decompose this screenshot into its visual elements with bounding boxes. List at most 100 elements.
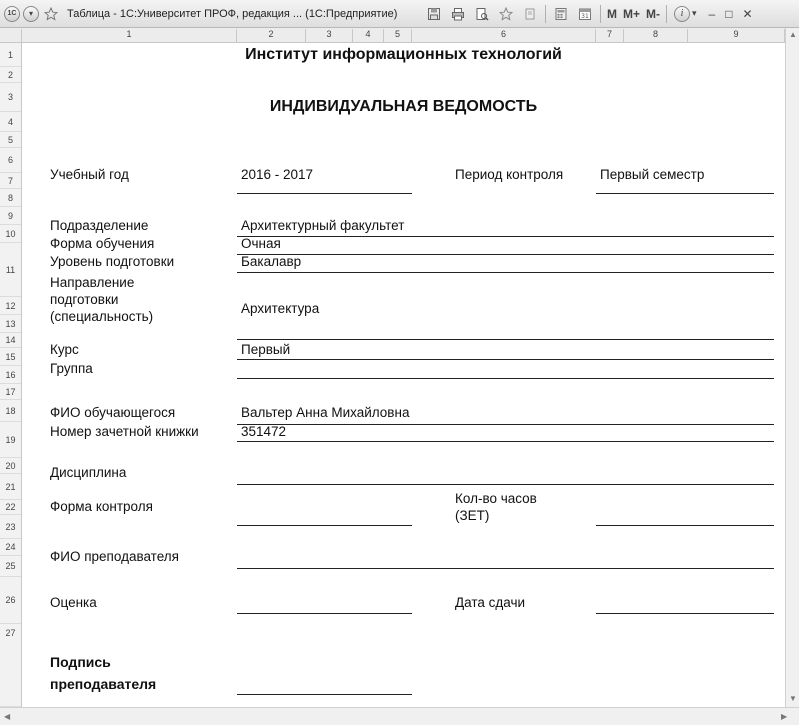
signature-underline bbox=[237, 694, 412, 695]
info-dropdown-icon[interactable]: ▾ bbox=[692, 4, 697, 24]
maximize-button[interactable]: □ bbox=[725, 4, 732, 24]
spreadsheet-document[interactable]: Институт информационных технологий ИНДИВ… bbox=[22, 43, 785, 707]
horizontal-scrollbar[interactable]: ◀ ▶ bbox=[0, 707, 799, 725]
row-header-16[interactable]: 16 bbox=[0, 366, 21, 384]
row-header-8[interactable]: 8 bbox=[0, 189, 21, 207]
department-value: Архитектурный факультет bbox=[241, 218, 405, 233]
row-header-18[interactable]: 18 bbox=[0, 400, 21, 422]
level-label: Уровень подготовки bbox=[50, 254, 175, 269]
row-header-4[interactable]: 4 bbox=[0, 112, 21, 132]
star-icon[interactable] bbox=[43, 6, 59, 22]
menu-dropdown-icon[interactable]: ▾ bbox=[23, 4, 39, 24]
row-header-15[interactable]: 15 bbox=[0, 348, 21, 366]
student-name-underline bbox=[237, 424, 774, 425]
column-header-1[interactable]: 1 bbox=[22, 29, 237, 42]
svg-text:31: 31 bbox=[581, 13, 589, 20]
memory-minus-button[interactable]: M- bbox=[646, 7, 660, 21]
column-header-2[interactable]: 2 bbox=[237, 29, 306, 42]
discipline-label: Дисциплина bbox=[50, 465, 127, 480]
grade-underline bbox=[237, 613, 412, 614]
calendar-icon[interactable]: 31 bbox=[577, 6, 593, 22]
column-header-9[interactable]: 9 bbox=[688, 29, 785, 42]
row-header-24[interactable]: 24 bbox=[0, 539, 21, 556]
teacher-name-underline bbox=[237, 568, 774, 569]
direction-label-line-1: Направление bbox=[50, 275, 135, 290]
row-header-10[interactable]: 10 bbox=[0, 225, 21, 243]
study-form-label: Форма обучения bbox=[50, 236, 155, 251]
submission-date-label: Дата сдачи bbox=[455, 595, 526, 610]
column-header-8[interactable]: 8 bbox=[624, 29, 688, 42]
close-button[interactable]: ✕ bbox=[742, 4, 752, 24]
row-header-12[interactable]: 12 bbox=[0, 297, 21, 315]
direction-value: Архитектура bbox=[241, 301, 320, 316]
record-book-label: Номер зачетной книжки bbox=[50, 424, 199, 439]
report-title: ИНДИВИДУАЛЬНАЯ ВЕДОМОСТЬ bbox=[269, 98, 538, 115]
1c-logo-icon[interactable]: 1С bbox=[4, 4, 20, 24]
toolbar-separator bbox=[666, 4, 668, 23]
row-header-7[interactable]: 7 bbox=[0, 173, 21, 189]
signature-label-line-1: Подпись bbox=[50, 654, 111, 670]
hours-underline bbox=[596, 525, 774, 526]
memory-button[interactable]: M bbox=[607, 7, 617, 21]
minimize-button[interactable]: – bbox=[709, 4, 716, 24]
hours-label-line-2: (ЗЕТ) bbox=[455, 508, 490, 523]
column-header-5[interactable]: 5 bbox=[384, 29, 412, 42]
row-header-26[interactable]: 26 bbox=[0, 577, 21, 624]
save-icon[interactable] bbox=[426, 6, 442, 22]
print-preview-icon[interactable] bbox=[474, 6, 490, 22]
row-header-25[interactable]: 25 bbox=[0, 556, 21, 577]
level-underline bbox=[237, 272, 774, 273]
scroll-left-icon[interactable]: ◀ bbox=[4, 712, 10, 721]
direction-label-line-2: подготовки bbox=[50, 292, 119, 307]
row-header-20[interactable]: 20 bbox=[0, 458, 21, 474]
info-icon[interactable]: i bbox=[674, 4, 691, 24]
row-header-27[interactable]: 27 bbox=[0, 624, 21, 707]
group-label: Группа bbox=[50, 361, 93, 376]
department-label: Подразделение bbox=[50, 218, 149, 233]
academic-year-underline bbox=[237, 193, 412, 194]
direction-underline bbox=[237, 339, 774, 340]
scroll-up-icon[interactable]: ▲ bbox=[789, 30, 797, 39]
control-form-underline bbox=[237, 525, 412, 526]
row-header-13[interactable]: 13 bbox=[0, 315, 21, 333]
level-value: Бакалавр bbox=[241, 254, 302, 269]
department-underline bbox=[237, 236, 774, 237]
copy-icon[interactable] bbox=[522, 6, 538, 22]
row-header-9[interactable]: 9 bbox=[0, 207, 21, 225]
row-header-22[interactable]: 22 bbox=[0, 500, 21, 515]
student-name-value: Вальтер Анна Михайловна bbox=[241, 405, 410, 420]
row-header-2[interactable]: 2 bbox=[0, 67, 21, 83]
group-underline bbox=[237, 378, 774, 379]
column-header-3[interactable]: 3 bbox=[306, 29, 353, 42]
scroll-down-icon[interactable]: ▼ bbox=[789, 694, 797, 703]
signature-label-line-2: преподавателя bbox=[50, 676, 157, 692]
student-name-label: ФИО обучающегося bbox=[50, 405, 176, 420]
row-header-6[interactable]: 6 bbox=[0, 148, 21, 173]
row-header-21[interactable]: 21 bbox=[0, 474, 21, 500]
row-header-19[interactable]: 19 bbox=[0, 422, 21, 458]
course-underline bbox=[237, 359, 774, 360]
row-header-3[interactable]: 3 bbox=[0, 83, 21, 112]
row-header-11[interactable]: 11 bbox=[0, 243, 21, 297]
row-header-14[interactable]: 14 bbox=[0, 333, 21, 348]
column-header-6[interactable]: 6 bbox=[412, 29, 596, 42]
corner-cell[interactable] bbox=[0, 29, 22, 42]
print-icon[interactable] bbox=[450, 6, 466, 22]
toolbar-separator bbox=[545, 4, 546, 23]
row-header-17[interactable]: 17 bbox=[0, 384, 21, 400]
calculator-icon[interactable] bbox=[553, 6, 569, 22]
academic-year-label: Учебный год bbox=[50, 167, 129, 182]
row-header: 1 2 3 4 5 6 7 8 9 10 11 12 13 14 15 16 1… bbox=[0, 43, 22, 707]
row-header-5[interactable]: 5 bbox=[0, 132, 21, 148]
favorites-star-icon[interactable] bbox=[498, 6, 514, 22]
row-header-1[interactable]: 1 bbox=[0, 43, 21, 67]
control-period-label: Период контроля bbox=[455, 167, 564, 182]
column-header-7[interactable]: 7 bbox=[596, 29, 624, 42]
control-period-underline bbox=[596, 193, 774, 194]
memory-plus-button[interactable]: M+ bbox=[623, 7, 640, 21]
control-form-label: Форма контроля bbox=[50, 499, 153, 514]
scroll-right-icon[interactable]: ▶ bbox=[781, 712, 787, 721]
row-header-23[interactable]: 23 bbox=[0, 515, 21, 539]
column-header-4[interactable]: 4 bbox=[353, 29, 384, 42]
vertical-scrollbar[interactable]: ▲ ▼ bbox=[785, 28, 799, 707]
